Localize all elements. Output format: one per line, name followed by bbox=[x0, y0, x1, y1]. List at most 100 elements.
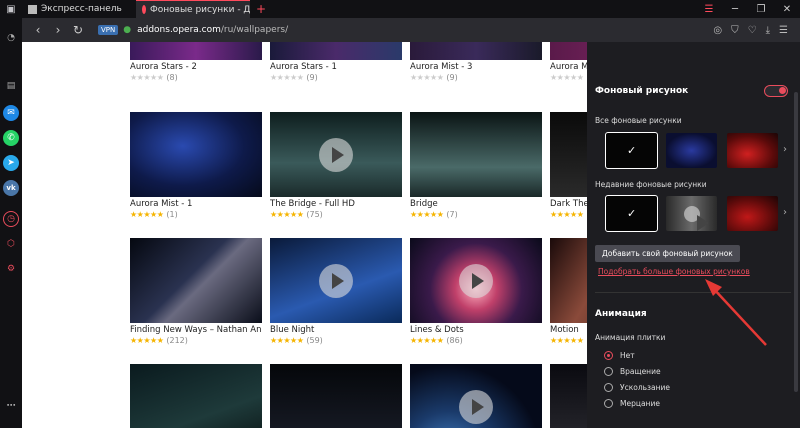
play-icon[interactable] bbox=[319, 137, 353, 172]
wallpaper-card[interactable]: Aurora Mist - 1 ★★★★★ (1) bbox=[130, 112, 262, 219]
clock-icon[interactable]: ◷ bbox=[3, 211, 19, 227]
tab-wallpapers[interactable]: Фоновые рисунки - Допо ✕ bbox=[136, 0, 250, 18]
radio-rotate[interactable]: Вращение bbox=[604, 367, 661, 376]
wallpaper-card[interactable]: Aurora Mist - 3 ★★★★★ (9) bbox=[410, 42, 542, 82]
add-wallpaper-button[interactable]: Добавить свой фоновый рисунок bbox=[595, 245, 740, 262]
wallpaper-option[interactable]: ✓ bbox=[605, 195, 658, 232]
camera-icon[interactable]: ◎ bbox=[713, 25, 722, 36]
wallpaper-thumbnail[interactable] bbox=[550, 238, 587, 323]
radio-flicker[interactable]: Мерцание bbox=[604, 399, 660, 408]
box-icon[interactable]: ⬡ bbox=[3, 236, 19, 252]
news-icon[interactable]: ▤ bbox=[3, 78, 19, 94]
more-wallpapers-link[interactable]: Подобрать больше фоновых рисунков bbox=[598, 267, 750, 276]
shield-icon[interactable]: ⛉ bbox=[731, 25, 739, 36]
wallpaper-thumbnail[interactable] bbox=[130, 364, 262, 428]
wallpaper-option[interactable]: ✓ bbox=[605, 132, 658, 169]
wallpaper-card[interactable]: Bridge ★★★★★ (7) bbox=[410, 112, 542, 219]
vk-icon[interactable]: vk bbox=[3, 180, 19, 196]
wallpaper-option[interactable] bbox=[727, 196, 778, 231]
wallpaper-card[interactable]: Motion ★★★★★ bbox=[550, 238, 587, 345]
back-icon[interactable]: ‹ bbox=[28, 23, 48, 37]
radio-button[interactable] bbox=[604, 383, 613, 392]
wallpaper-thumbnail[interactable] bbox=[410, 364, 542, 428]
wallpaper-title[interactable]: Aurora Mist - 3 bbox=[410, 62, 542, 72]
new-tab-button[interactable]: + bbox=[250, 2, 272, 16]
play-icon[interactable] bbox=[319, 263, 353, 298]
wallpaper-thumbnail[interactable] bbox=[270, 364, 402, 428]
wallpaper-card[interactable] bbox=[130, 364, 262, 428]
radio-button[interactable] bbox=[604, 367, 613, 376]
wallpaper-card[interactable]: Dark The ★★★★★ bbox=[550, 112, 587, 219]
wallpaper-title[interactable]: Bridge bbox=[410, 199, 542, 209]
radio-button[interactable] bbox=[604, 399, 613, 408]
play-icon[interactable] bbox=[459, 389, 493, 424]
wallpaper-card[interactable]: Lines & Dots ★★★★★ (86) bbox=[410, 238, 542, 345]
telegram-icon[interactable]: ➤ bbox=[3, 155, 19, 171]
wallpaper-thumbnail[interactable] bbox=[550, 42, 587, 60]
wallpaper-title[interactable]: Finding New Ways – Nathan Ande... bbox=[130, 325, 262, 335]
maximize-icon[interactable]: ❐ bbox=[748, 0, 774, 18]
easy-setup-icon[interactable]: ☰ bbox=[779, 25, 788, 36]
chevron-right-icon[interactable]: › bbox=[783, 144, 787, 155]
minimize-icon[interactable]: ─ bbox=[722, 0, 748, 18]
wallpaper-thumbnail[interactable] bbox=[130, 112, 262, 197]
sidebar: ◔ ▤ ✉ ✆ ➤ vk ◷ ⬡ ⚙ ⋯ bbox=[0, 18, 22, 428]
wallpaper-title[interactable]: Aurora Stars - 1 bbox=[270, 62, 402, 72]
wallpaper-thumbnail[interactable] bbox=[270, 112, 402, 197]
tab-speed-dial[interactable]: Экспресс-панель bbox=[22, 0, 136, 18]
wallpaper-thumbnail[interactable] bbox=[410, 112, 542, 197]
download-icon[interactable]: ⤓ bbox=[766, 25, 770, 36]
wallpaper-thumbnail[interactable] bbox=[130, 42, 262, 60]
more-icon[interactable]: ⋯ bbox=[3, 398, 19, 414]
lock-icon[interactable]: ● bbox=[123, 25, 131, 35]
wallpaper-thumbnail[interactable] bbox=[550, 112, 587, 197]
wallpaper-title[interactable]: Aurora Stars - 2 bbox=[130, 62, 262, 72]
reload-icon[interactable]: ↻ bbox=[68, 23, 88, 37]
wallpaper-option[interactable] bbox=[666, 133, 717, 168]
wallpaper-thumbnail[interactable] bbox=[270, 238, 402, 323]
wallpaper-card[interactable] bbox=[270, 364, 402, 428]
wallpaper-option[interactable] bbox=[727, 133, 778, 168]
chevron-right-icon[interactable]: › bbox=[783, 207, 787, 218]
whatsapp-icon[interactable]: ✆ bbox=[3, 130, 19, 146]
wallpaper-option[interactable] bbox=[666, 196, 717, 231]
wallpaper-card[interactable]: Blue Night ★★★★★ (59) bbox=[270, 238, 402, 345]
forward-icon[interactable]: › bbox=[48, 23, 68, 37]
radio-none[interactable]: Нет bbox=[604, 351, 635, 360]
wallpaper-thumbnail[interactable] bbox=[270, 42, 402, 60]
wallpaper-card[interactable] bbox=[550, 364, 587, 428]
wallpaper-toggle[interactable] bbox=[764, 85, 788, 97]
vpn-badge[interactable]: VPN bbox=[98, 25, 119, 35]
rating: ★★★★★ bbox=[550, 73, 584, 82]
heart-icon[interactable]: ♡ bbox=[748, 25, 757, 36]
wallpaper-title[interactable]: Aurora Mist - 1 bbox=[130, 199, 262, 209]
menu-icon[interactable]: ☰ bbox=[696, 0, 722, 18]
messenger-icon[interactable]: ✉ bbox=[3, 105, 19, 121]
wallpaper-thumbnail[interactable] bbox=[410, 42, 542, 60]
wallpaper-card[interactable]: Finding New Ways – Nathan Ande... ★★★★★(… bbox=[130, 238, 262, 345]
wallpaper-title[interactable]: Dark The bbox=[550, 199, 587, 209]
wallpaper-title[interactable]: Aurora M bbox=[550, 62, 587, 72]
play-icon[interactable] bbox=[459, 263, 493, 298]
url-field[interactable]: addons.opera.com/ru/wallpapers/ bbox=[137, 25, 288, 35]
wallpaper-title[interactable]: Lines & Dots bbox=[410, 325, 542, 335]
close-icon[interactable]: ✕ bbox=[774, 0, 800, 18]
wallpaper-card[interactable]: Aurora M ★★★★★ bbox=[550, 42, 587, 82]
wallpaper-title[interactable]: Motion bbox=[550, 325, 587, 335]
radio-slide[interactable]: Ускользание bbox=[604, 383, 670, 392]
settings-icon[interactable]: ⚙ bbox=[3, 261, 19, 277]
wallpaper-title[interactable]: The Bridge - Full HD bbox=[270, 199, 402, 209]
opera-menu-icon[interactable]: ▣ bbox=[0, 0, 22, 18]
speedometer-icon[interactable]: ◔ bbox=[3, 30, 19, 46]
wallpaper-card[interactable]: The Bridge - Full HD ★★★★★ (75) bbox=[270, 112, 402, 219]
panel-scrollbar[interactable] bbox=[794, 92, 798, 392]
radio-button[interactable] bbox=[604, 351, 613, 360]
wallpaper-thumbnail[interactable] bbox=[410, 238, 542, 323]
wallpaper-card[interactable]: Aurora Stars - 2 ★★★★★ (8) bbox=[130, 42, 262, 82]
easy-setup-panel: Фоновый рисунок Все фоновые рисунки ✓ › … bbox=[587, 42, 800, 428]
wallpaper-title[interactable]: Blue Night bbox=[270, 325, 402, 335]
wallpaper-card[interactable]: Aurora Stars - 1 ★★★★★ (9) bbox=[270, 42, 402, 82]
wallpaper-card[interactable] bbox=[410, 364, 542, 428]
wallpaper-thumbnail[interactable] bbox=[550, 364, 587, 428]
wallpaper-thumbnail[interactable] bbox=[130, 238, 262, 323]
